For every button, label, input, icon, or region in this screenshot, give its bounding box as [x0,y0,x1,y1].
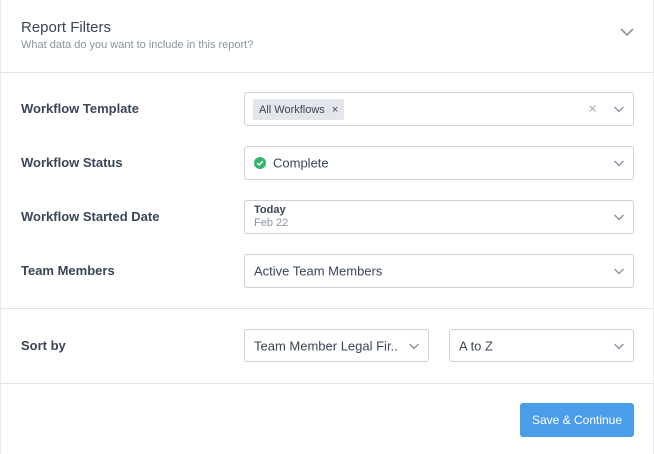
selected-chip: All Workflows × [253,99,345,120]
team-members-label: Team Members [21,263,115,278]
report-filters-header[interactable]: Report Filters What data do you want to … [1,0,653,73]
chip-remove-icon[interactable]: × [332,104,338,116]
date-primary-value: Today [254,204,286,216]
chevron-down-icon [614,214,624,221]
chevron-down-icon [614,343,624,349]
workflow-status-label: Workflow Status [21,155,123,170]
sort-by-label: Sort by [21,338,66,353]
team-members-select[interactable]: Active Team Members [244,254,634,288]
panel-subtitle: What data do you want to include in this… [21,39,254,51]
check-circle-icon [254,157,266,169]
workflow-status-select[interactable]: Complete [244,146,634,180]
chevron-down-icon [614,106,624,113]
workflow-started-date-label: Workflow Started Date [21,209,160,224]
sort-order-value: A to Z [459,338,493,353]
chip-label: All Workflows [259,103,325,116]
sort-field-select[interactable]: Team Member Legal Fir... [244,329,429,362]
team-members-value: Active Team Members [254,263,383,279]
workflow-status-value: Complete [273,155,329,171]
report-filters-panel: Report Filters What data do you want to … [0,0,654,454]
sort-field-value: Team Member Legal Fir... [254,338,398,353]
chevron-down-icon[interactable] [619,24,635,40]
clear-selection-icon[interactable]: × [588,101,597,118]
save-continue-button[interactable]: Save & Continue [520,403,634,437]
workflow-template-label: Workflow Template [21,101,139,116]
footer-divider [1,383,653,384]
workflow-started-date-select[interactable]: Today Feb 22 [244,200,634,234]
chevron-down-icon [409,343,419,349]
date-secondary-value: Feb 22 [254,217,289,229]
chevron-down-icon [614,160,624,167]
workflow-template-select[interactable]: All Workflows × × [244,92,634,126]
section-divider [1,308,653,309]
panel-title: Report Filters [21,19,112,36]
chevron-down-icon [614,268,624,275]
sort-order-select[interactable]: A to Z [449,329,634,362]
